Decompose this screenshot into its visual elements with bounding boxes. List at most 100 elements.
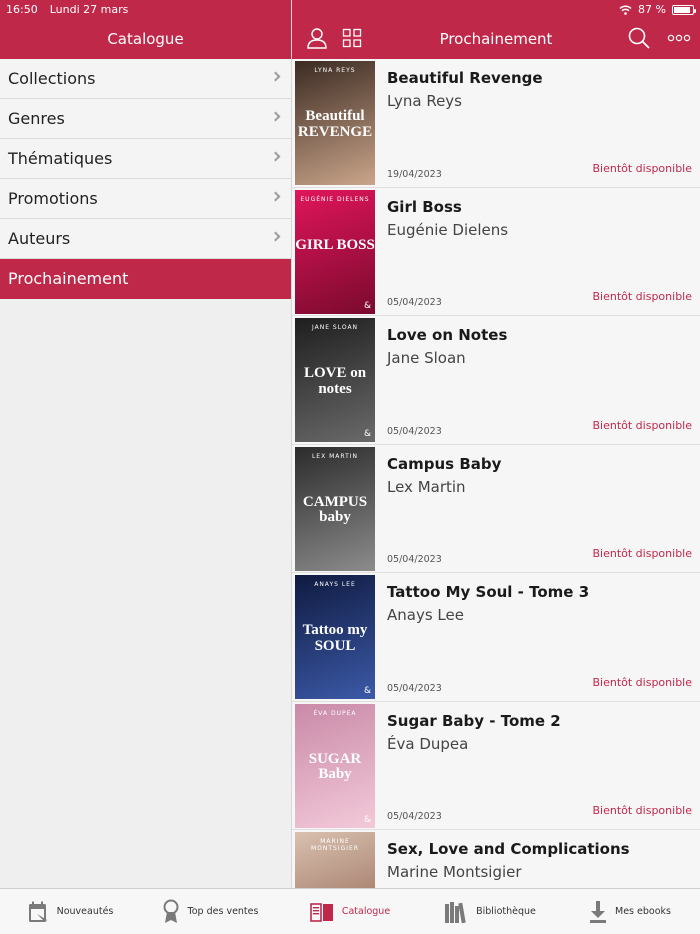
tab-bar: Nouveautés Top des ventes Catalogue Bibl… bbox=[0, 888, 700, 934]
user-icon[interactable] bbox=[304, 25, 330, 51]
book-title[interactable]: Campus Baby bbox=[387, 455, 501, 473]
cover-author: JANE SLOAN bbox=[311, 324, 359, 331]
list-item[interactable]: LEX MARTIN CAMPUS baby Campus Baby Lex M… bbox=[292, 444, 700, 573]
list-item[interactable]: MARINE MONTSIGIER Sex, Love and Complica… bbox=[292, 830, 700, 888]
list-item[interactable]: ÉVA DUPEA SUGAR Baby & Sugar Baby - Tome… bbox=[292, 701, 700, 830]
availability-status: Bientôt disponible bbox=[592, 547, 692, 560]
book-title[interactable]: Sugar Baby - Tome 2 bbox=[387, 712, 561, 730]
availability-status: Bientôt disponible bbox=[592, 418, 692, 432]
book-title[interactable]: Beautiful Revenge bbox=[387, 69, 543, 87]
tab-catalogue[interactable]: Catalogue bbox=[280, 889, 420, 934]
book-author: Éva Dupea bbox=[387, 734, 469, 753]
chevron-right-icon bbox=[270, 111, 281, 122]
list-item[interactable]: JANE SLOAN LOVE on notes & Love on Notes… bbox=[292, 316, 700, 445]
cover-title: LOVE on notes bbox=[303, 365, 367, 397]
cover-author: MARINE MONTSIGIER bbox=[310, 838, 359, 852]
tab-top-des-ventes[interactable]: Top des ventes bbox=[140, 889, 280, 934]
book-cover[interactable]: MARINE MONTSIGIER bbox=[295, 832, 375, 888]
book-cover[interactable]: JANE SLOAN LOVE on notes & bbox=[295, 318, 375, 442]
list-title: Prochainement bbox=[439, 29, 553, 48]
book-cover[interactable]: ANAYS LEE Tattoo my SOUL & bbox=[295, 575, 375, 699]
book-cover[interactable]: LYNA REYS Beautiful REVENGE bbox=[295, 61, 375, 185]
release-date: 05/04/2023 bbox=[387, 554, 442, 565]
list-item[interactable]: EUGÉNIE DIELENS GIRL BOSS & Girl Boss Eu… bbox=[292, 187, 700, 316]
tab-label: Nouveautés bbox=[56, 906, 114, 917]
book-cover[interactable]: EUGÉNIE DIELENS GIRL BOSS & bbox=[295, 189, 375, 314]
book-author: Jane Sloan bbox=[387, 349, 466, 367]
release-date: 05/04/2023 bbox=[387, 682, 442, 694]
book-author: Lyna Reys bbox=[387, 92, 462, 110]
book-title[interactable]: Sex, Love and Complications bbox=[387, 840, 630, 858]
sidebar-item-prochainement[interactable]: Prochainement bbox=[0, 259, 291, 299]
book-title[interactable]: Love on Notes bbox=[387, 326, 507, 344]
list-item[interactable]: LYNA REYS Beautiful REVENGE Beautiful Re… bbox=[292, 59, 700, 188]
publisher-logo: & bbox=[363, 686, 371, 696]
sidebar-item-collections[interactable]: Collections bbox=[0, 59, 291, 99]
availability-status: Bientôt disponible bbox=[592, 675, 692, 689]
status-date: Lundi 27 mars bbox=[49, 3, 129, 16]
list-item[interactable]: ANAYS LEE Tattoo my SOUL & Tattoo My Sou… bbox=[292, 573, 700, 702]
tab-label: Mes ebooks bbox=[615, 906, 671, 917]
wifi-icon bbox=[619, 5, 632, 15]
status-time: 16:50 bbox=[6, 3, 38, 16]
battery-percent: 87 % bbox=[638, 3, 666, 16]
availability-status: Bientôt disponible bbox=[592, 161, 692, 175]
book-author: Lex Martin bbox=[387, 477, 466, 496]
cover-title: Tattoo my SOUL bbox=[302, 622, 368, 654]
release-date: 19/04/2023 bbox=[387, 168, 442, 180]
grid-icon[interactable] bbox=[339, 25, 365, 51]
download-icon bbox=[590, 900, 607, 923]
book-author: Eugénie Dielens bbox=[387, 220, 509, 239]
battery-icon bbox=[672, 4, 696, 15]
release-date: 05/04/2023 bbox=[387, 811, 442, 822]
sidebar-item-label: Prochainement bbox=[8, 269, 129, 288]
cover-author: ANAYS LEE bbox=[314, 581, 356, 588]
catalogue-title: Catalogue bbox=[107, 29, 184, 48]
book-author: Marine Montsigier bbox=[387, 863, 522, 881]
release-date: 05/04/2023 bbox=[387, 297, 442, 308]
book-author: Anays Lee bbox=[387, 606, 464, 624]
sidebar-item-label: Collections bbox=[8, 69, 96, 88]
sidebar-item-auteurs[interactable]: Auteurs bbox=[0, 219, 291, 259]
catalogue-sidebar: Collections Genres Thématiques Promotion… bbox=[0, 59, 291, 888]
tab-label: Top des ventes bbox=[187, 906, 259, 917]
tab-mes-ebooks[interactable]: Mes ebooks bbox=[560, 889, 700, 934]
more-icon[interactable] bbox=[666, 25, 692, 51]
book-icon bbox=[310, 902, 333, 922]
release-date: 05/04/2023 bbox=[387, 425, 442, 437]
medal-icon bbox=[163, 899, 179, 923]
library-icon bbox=[445, 901, 466, 923]
sidebar-item-thematiques[interactable]: Thématiques bbox=[0, 139, 291, 179]
list-header: Prochainement bbox=[292, 18, 700, 59]
catalogue-header: Catalogue bbox=[0, 18, 291, 59]
sidebar-item-label: Auteurs bbox=[8, 229, 71, 248]
sidebar-item-label: Promotions bbox=[8, 189, 98, 208]
book-cover[interactable]: ÉVA DUPEA SUGAR Baby & bbox=[295, 703, 375, 828]
publisher-logo: & bbox=[363, 814, 371, 825]
cover-title: Beautiful REVENGE bbox=[297, 108, 373, 140]
sidebar-item-label: Thématiques bbox=[8, 149, 113, 168]
publisher-logo: & bbox=[363, 300, 371, 311]
cover-author: LEX MARTIN bbox=[311, 452, 359, 460]
chevron-right-icon bbox=[270, 231, 281, 242]
chevron-right-icon bbox=[270, 151, 281, 162]
cover-author: LYNA REYS bbox=[314, 67, 356, 74]
availability-status: Bientôt disponible bbox=[592, 290, 692, 303]
book-title[interactable]: Girl Boss bbox=[387, 198, 462, 216]
sidebar-item-genres[interactable]: Genres bbox=[0, 99, 291, 139]
status-bar: 16:50 Lundi 27 mars 87 % bbox=[0, 0, 700, 18]
sidebar-item-promotions[interactable]: Promotions bbox=[0, 179, 291, 219]
availability-status: Bientôt disponible bbox=[592, 804, 692, 817]
chevron-right-icon bbox=[270, 191, 281, 202]
book-title[interactable]: Tattoo My Soul - Tome 3 bbox=[387, 583, 589, 601]
book-cover[interactable]: LEX MARTIN CAMPUS baby bbox=[295, 446, 375, 571]
tab-bibliotheque[interactable]: Bibliothèque bbox=[420, 889, 560, 934]
search-icon[interactable] bbox=[626, 25, 652, 51]
cover-title: GIRL BOSS bbox=[295, 236, 375, 253]
sidebar-item-label: Genres bbox=[8, 109, 65, 128]
calendar-icon bbox=[28, 901, 47, 922]
publisher-logo: & bbox=[363, 429, 371, 439]
cover-title: CAMPUS baby bbox=[302, 493, 368, 526]
chevron-right-icon bbox=[270, 71, 281, 82]
tab-nouveautes[interactable]: Nouveautés bbox=[0, 889, 140, 934]
